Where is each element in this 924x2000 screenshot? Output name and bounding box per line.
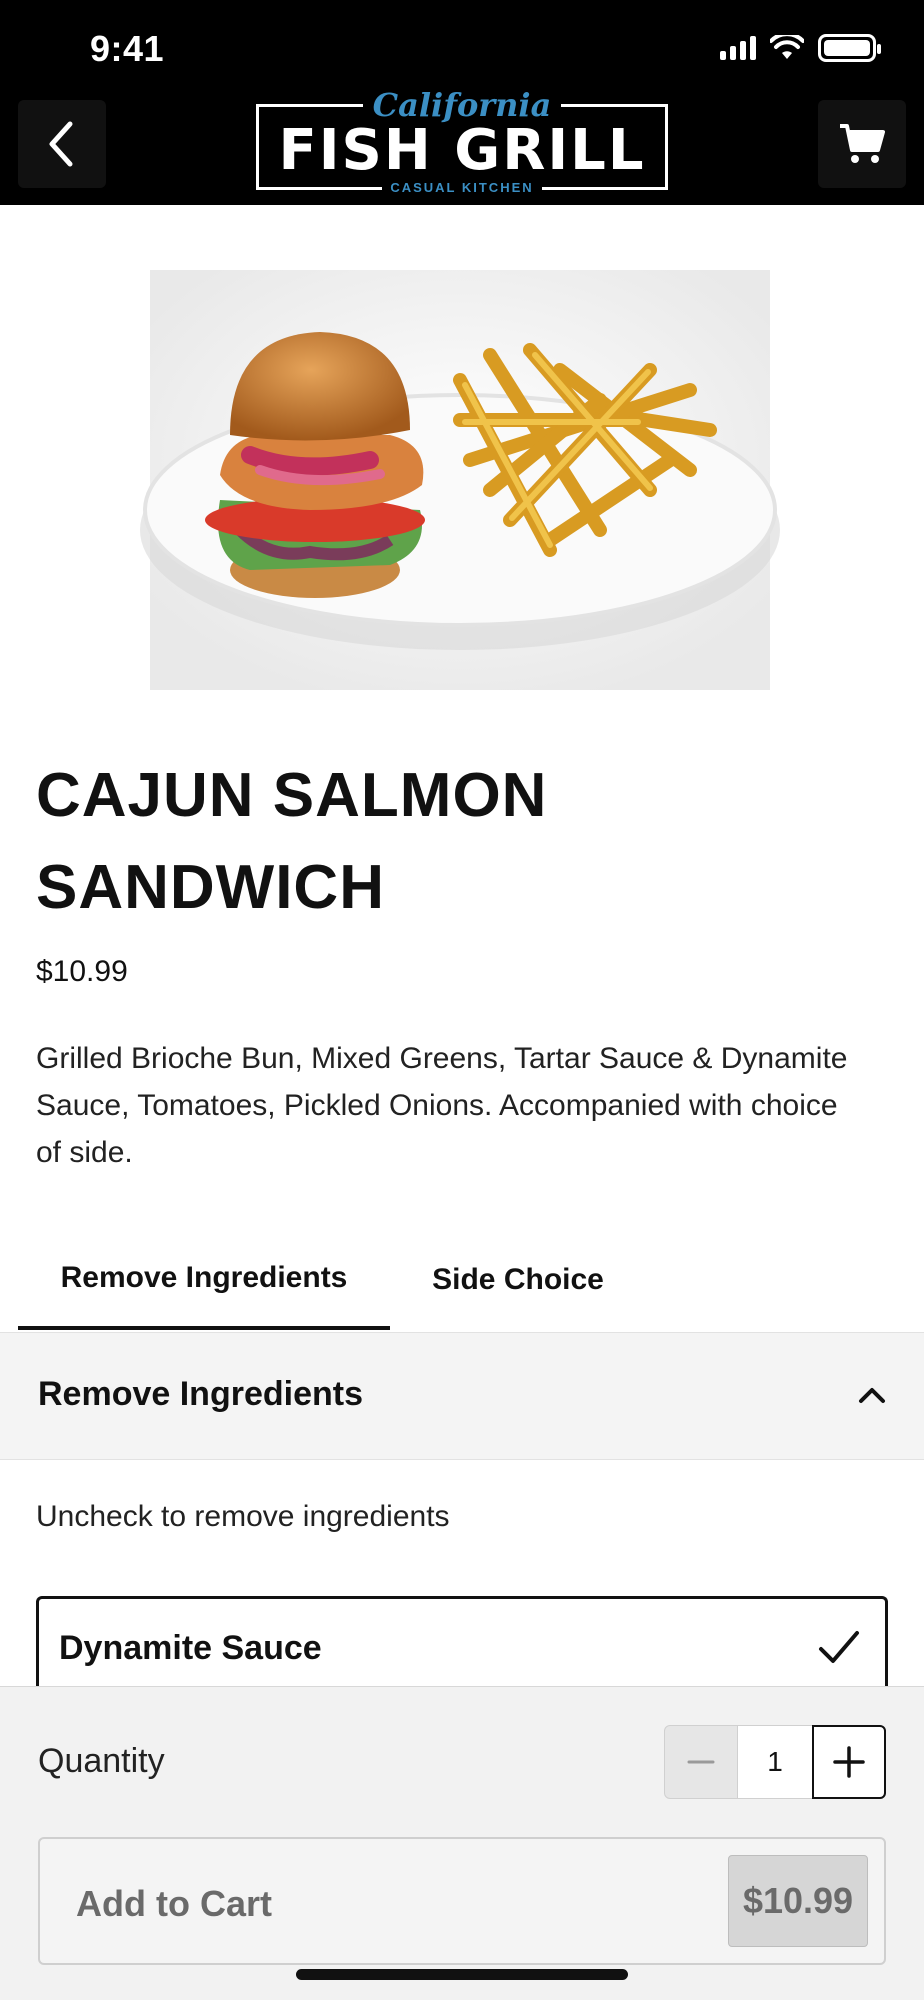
plus-icon: [833, 1746, 865, 1778]
cart-button[interactable]: [818, 100, 906, 188]
ingredient-label: Dynamite Sauce: [59, 1629, 322, 1667]
quantity-label: Quantity: [38, 1742, 165, 1780]
signal-icon: [720, 36, 756, 60]
quantity-stepper: 1: [664, 1725, 886, 1799]
add-to-cart-button[interactable]: Add to Cart $10.99: [38, 1837, 886, 1965]
option-tabs: Remove Ingredients Side Choice: [18, 1230, 646, 1330]
remove-ingredients-accordion[interactable]: Remove Ingredients: [0, 1332, 924, 1460]
minus-icon: [687, 1760, 715, 1764]
battery-icon: [818, 34, 881, 62]
product-description: Grilled Brioche Bun, Mixed Greens, Tarta…: [36, 1042, 848, 1169]
decrease-quantity-button[interactable]: [664, 1725, 738, 1799]
product-image: [140, 270, 780, 690]
status-time: 9:41: [90, 28, 165, 69]
add-to-cart-label: Add to Cart: [76, 1883, 272, 1924]
back-button[interactable]: [18, 100, 106, 188]
total-price-badge: $10.99: [728, 1855, 868, 1947]
top-bar: 9:41 California FISH GRILL CASUAL KITCHE…: [0, 0, 924, 205]
tab-remove-ingredients[interactable]: Remove Ingredients: [18, 1230, 390, 1330]
tab-side-choice[interactable]: Side Choice: [390, 1230, 646, 1330]
increase-quantity-button[interactable]: [812, 1725, 886, 1799]
ingredient-option-dynamite-sauce[interactable]: Dynamite Sauce: [36, 1596, 888, 1696]
bottom-order-sheet: Quantity 1 Add to Cart $10.99: [0, 1686, 924, 2000]
wifi-icon: [770, 35, 804, 59]
home-indicator[interactable]: [296, 1969, 628, 1980]
quantity-value: 1: [738, 1725, 812, 1799]
back-arrow-icon: [49, 121, 73, 167]
remove-hint: Uncheck to remove ingredients: [36, 1500, 450, 1533]
status-icons: [720, 34, 881, 62]
checkmark-icon: [819, 1631, 859, 1663]
product-title: CAJUN SALMON SANDWICH: [36, 761, 548, 922]
cart-icon: [840, 124, 885, 163]
chevron-up-icon: [859, 1388, 885, 1403]
product-price: $10.99: [36, 955, 128, 988]
accordion-title: Remove Ingredients: [38, 1375, 363, 1413]
brand-logo: California FISH GRILL CASUAL KITCHEN: [256, 86, 668, 196]
